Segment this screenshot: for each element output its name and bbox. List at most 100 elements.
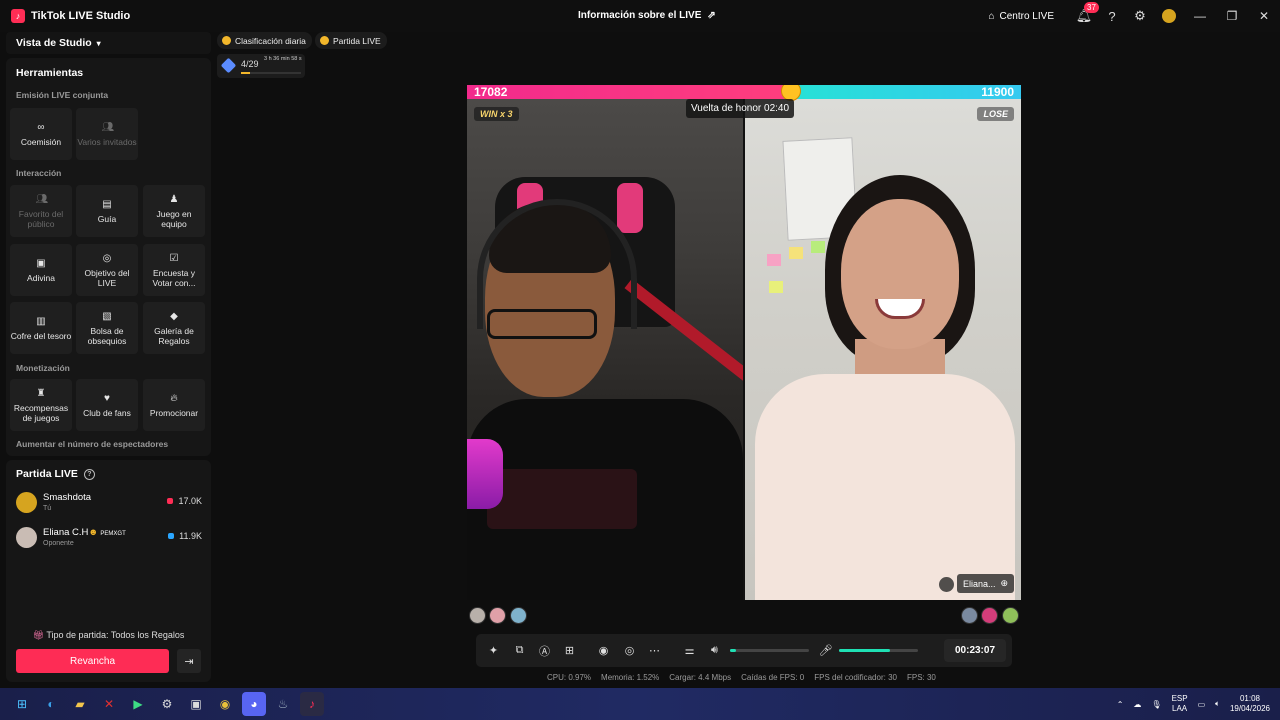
screen-share-icon[interactable]: ⧉: [512, 643, 527, 658]
player-score: 17.0K: [167, 496, 202, 506]
guia-button[interactable]: ▤ Guía: [76, 185, 138, 237]
ai-icon[interactable]: Ⓐ: [537, 643, 552, 658]
close-button[interactable]: ✕: [1248, 0, 1280, 32]
app-title: TikTok LIVE Studio: [31, 10, 131, 22]
cpu-stat: CPU: 0.97%: [547, 673, 592, 682]
encuesta-button[interactable]: ☑ Encuesta y Votar con...: [143, 244, 205, 296]
add-source-icon[interactable]: ⊞: [562, 643, 577, 658]
play-icon[interactable]: ▶: [126, 692, 150, 716]
tool-label: Juego en equipo: [156, 208, 192, 229]
upload-stat: Cargar: 4.4 Mbps: [669, 673, 732, 682]
opponent-name-tag[interactable]: Eliana... ⊕: [957, 574, 1015, 593]
centro-live-button[interactable]: ⌂ Centro LIVE: [988, 11, 1054, 22]
volume-slider[interactable]: [730, 649, 809, 652]
camera-switch-icon[interactable]: ◎: [622, 643, 637, 658]
live-info-link[interactable]: Información sobre el LIVE ⇗: [578, 10, 716, 21]
help-icon[interactable]: ?: [83, 468, 95, 480]
match-type: 🎁︎ Tipo de partida: Todos los Regalos: [6, 630, 211, 641]
x-app-icon[interactable]: ✕: [97, 692, 121, 716]
rank-progress-widget[interactable]: 4/29 3 h 36 min 58 s: [217, 54, 305, 78]
recompensas-button[interactable]: ♜ Recompensas de juegos: [10, 379, 72, 431]
speaker-mute-icon[interactable]: [939, 577, 954, 592]
objetivo-button[interactable]: ◎ Objetivo del LIVE: [76, 244, 138, 296]
daily-rank-label: Clasificación diaria: [235, 35, 306, 46]
microphone-icon[interactable]: 🎤︎: [818, 643, 833, 658]
chrome-icon[interactable]: ◉: [213, 692, 237, 716]
edge-icon[interactable]: ◐: [39, 692, 63, 716]
control-bar: ✦ ⧉ Ⓐ ⊞ ◉ ◎ ⋯ ⚌ 🔊︎ 🎤︎ 00:23:07: [476, 634, 1012, 667]
bolsa-button[interactable]: ▧ Bolsa de obsequios: [76, 302, 138, 354]
section-interaccion: Interacción: [16, 168, 62, 178]
adivina-button[interactable]: ▣ Adivina: [10, 244, 72, 296]
help-icon[interactable]: ?: [1104, 8, 1120, 24]
juego-equipo-button[interactable]: ♟ Juego en equipo: [143, 185, 205, 237]
display-icon[interactable]: ▭: [1198, 700, 1206, 709]
varios-invitados-button[interactable]: 👥︎ Varios invitados: [76, 108, 138, 160]
lang-label: ESP: [1171, 694, 1188, 703]
mic-slider[interactable]: [839, 649, 918, 652]
tool-label: Objetivo del LIVE: [84, 267, 130, 288]
language-indicator[interactable]: ESP LAA: [1172, 694, 1188, 714]
rank-progress-bar: [241, 72, 301, 74]
avatar[interactable]: [489, 607, 506, 624]
avatar[interactable]: [961, 607, 978, 624]
gem-icon: [220, 57, 237, 74]
volume-icon[interactable]: 🔈︎: [1215, 699, 1220, 709]
live-match-chip[interactable]: Partida LIVE: [315, 32, 387, 49]
coemision-button[interactable]: ∞ Coemisión: [10, 108, 72, 160]
tool-label: Promocionar: [149, 407, 199, 418]
bell-icon[interactable]: 🔔︎ 37: [1076, 2, 1099, 24]
steam-icon[interactable]: ♨: [271, 692, 295, 716]
time-label: 01:08: [1239, 694, 1260, 703]
record-icon[interactable]: ◉: [596, 643, 611, 658]
avatar[interactable]: [981, 607, 998, 624]
speaker-icon[interactable]: 🔊︎: [707, 643, 722, 658]
blouse-shape: [755, 374, 1015, 600]
exit-icon[interactable]: ⇥: [177, 649, 201, 673]
app-icon[interactable]: ⚙: [155, 692, 179, 716]
avatar[interactable]: [510, 607, 527, 624]
favorito-button[interactable]: 👥︎ Favorito del público: [10, 185, 72, 237]
microphone-icon[interactable]: 🎙︎: [1151, 700, 1161, 709]
match-panel: Partida LIVE ? Smashdota Tú 17.0K Eliana…: [6, 460, 211, 682]
daily-rank-chip[interactable]: Clasificación diaria: [217, 32, 312, 49]
tool-label: Favorito del público: [18, 208, 64, 229]
tool-label: Adivina: [27, 272, 55, 283]
galeria-button[interactable]: ◆ Galería de Regalos: [143, 302, 205, 354]
rematch-button[interactable]: Revancha: [16, 649, 169, 673]
promocionar-button[interactable]: 🔥︎ Promocionar: [143, 379, 205, 431]
clock[interactable]: 01:08 19/04/2026: [1230, 694, 1270, 714]
mixer-icon[interactable]: ⚌: [682, 643, 697, 658]
avatar[interactable]: [1002, 607, 1019, 624]
avatar[interactable]: [469, 607, 486, 624]
magic-wand-icon[interactable]: ✦: [486, 643, 501, 658]
joystick-icon: ♟: [169, 193, 179, 205]
window-icon[interactable]: ▣: [184, 692, 208, 716]
chevron-up-icon[interactable]: ⌃: [1117, 700, 1124, 709]
tool-label: Cofre del tesoro: [10, 330, 72, 341]
more-icon[interactable]: ⋯: [647, 643, 662, 658]
player-score-value: 17.0K: [178, 496, 202, 506]
host-camera: [467, 99, 743, 600]
plus-icon: ⊕: [1000, 578, 1009, 588]
club-fans-button[interactable]: ♥ Club de fans: [76, 379, 138, 431]
studio-view-dropdown[interactable]: Vista de Studio ▾: [6, 32, 211, 54]
studio-view-label: Vista de Studio: [16, 37, 92, 49]
windows-start-icon[interactable]: ⊞: [10, 692, 34, 716]
maximize-button[interactable]: ❐: [1216, 0, 1248, 32]
minimize-button[interactable]: —: [1184, 0, 1216, 32]
microphone-shape: [467, 439, 503, 509]
gear-icon[interactable]: ⚙: [1132, 8, 1148, 24]
cloud-icon[interactable]: ☁: [1133, 700, 1141, 709]
folder-icon[interactable]: ▰: [68, 692, 92, 716]
layout-label: LAA: [1172, 704, 1188, 713]
avatar[interactable]: [1162, 9, 1176, 23]
discord-icon[interactable]: ◕: [242, 692, 266, 716]
tiktok-live-icon[interactable]: ♪: [300, 692, 324, 716]
tool-label: Varios invitados: [77, 136, 137, 147]
match-title-label: Partida LIVE: [16, 468, 78, 480]
live-timer: 00:23:07: [944, 639, 1006, 662]
tool-label: Bolsa de obsequios: [87, 325, 127, 346]
sticky-note: [767, 254, 781, 266]
cofre-button[interactable]: ▥ Cofre del tesoro: [10, 302, 72, 354]
